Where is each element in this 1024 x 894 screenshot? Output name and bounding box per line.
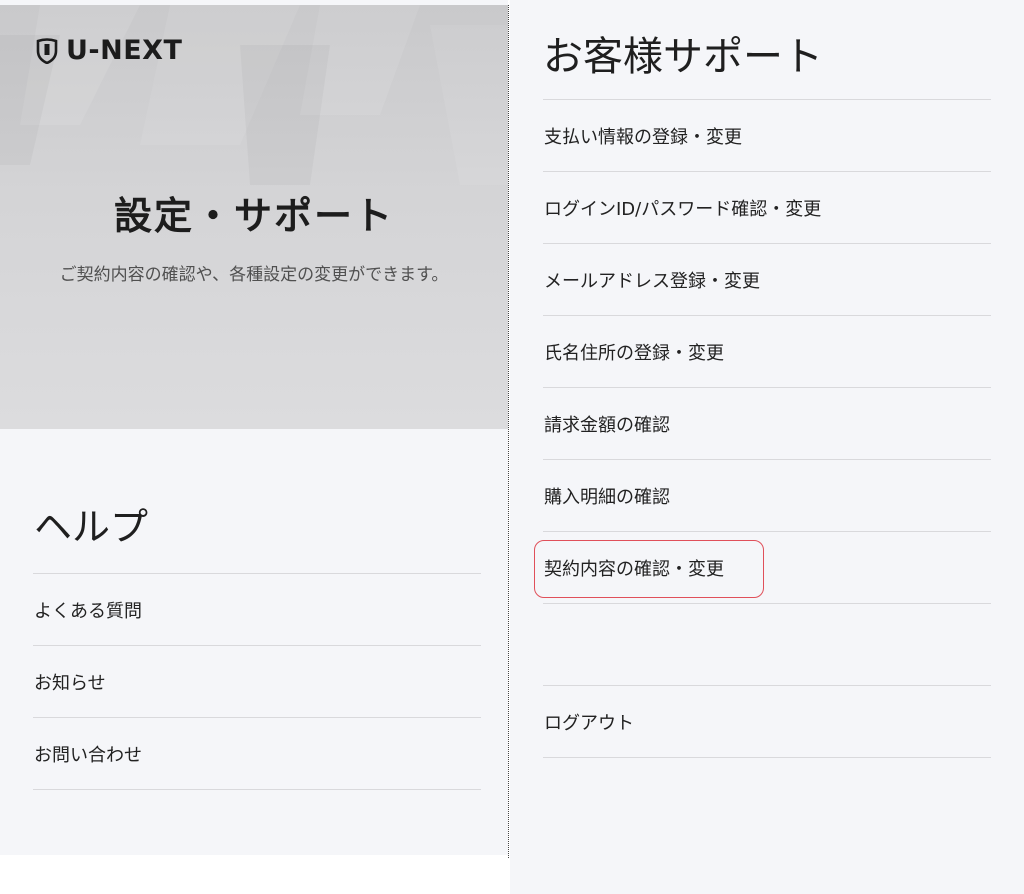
left-panel: U-NEXT 設定・サポート ご契約内容の確認や、各種設定の変更ができます。 ヘ… bbox=[0, 0, 508, 855]
help-list: よくある質問 お知らせ お問い合わせ bbox=[33, 573, 481, 790]
support-item-billing-amount[interactable]: 請求金額の確認 bbox=[543, 388, 991, 460]
help-item-faq[interactable]: よくある質問 bbox=[33, 574, 481, 646]
logout-button[interactable]: ログアウト bbox=[543, 686, 991, 758]
support-item-label: 氏名住所の登録・変更 bbox=[544, 342, 724, 364]
support-item-login-id-password[interactable]: ログインID/パスワード確認・変更 bbox=[543, 172, 991, 244]
help-section-title: ヘルプ bbox=[34, 505, 149, 549]
support-item-purchase-history[interactable]: 購入明細の確認 bbox=[543, 460, 991, 532]
support-section-title: お客様サポート bbox=[543, 34, 823, 80]
help-item-label: お問い合わせ bbox=[34, 744, 142, 766]
page-subtitle: ご契約内容の確認や、各種設定の変更ができます。 bbox=[59, 265, 449, 285]
help-item-contact[interactable]: お問い合わせ bbox=[33, 718, 481, 790]
support-item-label: 請求金額の確認 bbox=[544, 414, 670, 436]
support-item-payment-info[interactable]: 支払い情報の登録・変更 bbox=[543, 100, 991, 172]
help-item-news[interactable]: お知らせ bbox=[33, 646, 481, 718]
panel-divider bbox=[508, 5, 509, 858]
support-item-label: 購入明細の確認 bbox=[544, 486, 670, 508]
contract-highlight-outline bbox=[534, 540, 764, 598]
u-next-logo[interactable]: U-NEXT bbox=[36, 35, 182, 66]
support-item-label: 支払い情報の登録・変更 bbox=[544, 126, 742, 148]
help-item-label: お知らせ bbox=[34, 672, 106, 694]
logout-label: ログアウト bbox=[544, 712, 634, 734]
logo-text: U-NEXT bbox=[66, 35, 183, 66]
support-list: 支払い情報の登録・変更 ログインID/パスワード確認・変更 メールアドレス登録・… bbox=[543, 99, 991, 604]
hero-banner: U-NEXT 設定・サポート ご契約内容の確認や、各種設定の変更ができます。 bbox=[0, 5, 508, 429]
logout-list: ログアウト bbox=[543, 685, 991, 758]
help-item-label: よくある質問 bbox=[34, 600, 142, 622]
settings-support-page: U-NEXT 設定・サポート ご契約内容の確認や、各種設定の変更ができます。 ヘ… bbox=[0, 0, 1024, 894]
page-title: 設定・サポート bbox=[113, 194, 394, 238]
right-panel: お客様サポート 支払い情報の登録・変更 ログインID/パスワード確認・変更 メー… bbox=[510, 0, 1024, 894]
support-item-name-address[interactable]: 氏名住所の登録・変更 bbox=[543, 316, 991, 388]
shield-logo-icon bbox=[36, 37, 58, 64]
support-item-label: ログインID/パスワード確認・変更 bbox=[544, 198, 822, 220]
support-item-email[interactable]: メールアドレス登録・変更 bbox=[543, 244, 991, 316]
support-item-label: メールアドレス登録・変更 bbox=[544, 270, 760, 292]
